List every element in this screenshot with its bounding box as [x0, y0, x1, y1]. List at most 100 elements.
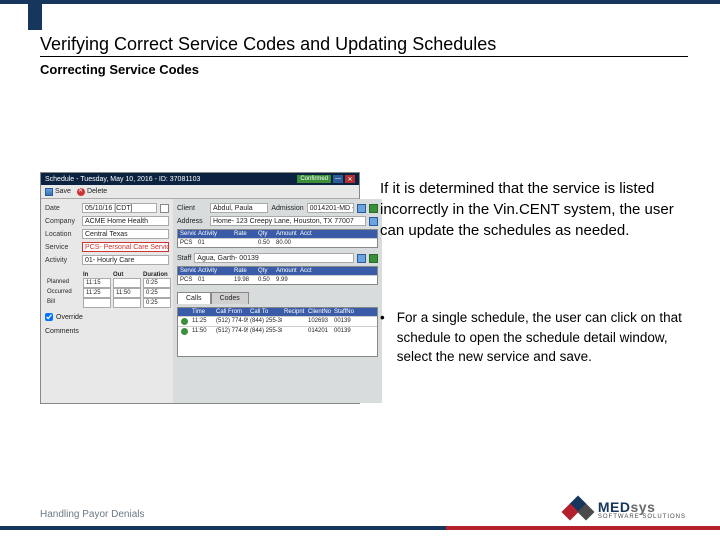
- call-cell: 11:50: [190, 327, 214, 336]
- company-field[interactable]: ACME Home Health: [82, 216, 169, 226]
- slide-subtitle: Correcting Service Codes: [40, 62, 199, 77]
- tab-calls[interactable]: Calls: [177, 292, 211, 304]
- call-status-icon: [178, 327, 190, 336]
- staff-view-icon[interactable]: [357, 254, 366, 263]
- slide-top-bar: [0, 0, 720, 4]
- svc-th-amount: Amount: [274, 230, 298, 238]
- staff-row[interactable]: PCS0119.980.509.99: [178, 275, 377, 284]
- override-checkbox[interactable]: [45, 313, 53, 321]
- tab-codes[interactable]: Codes: [211, 292, 249, 304]
- planned-dur: 0:25: [143, 278, 171, 288]
- logo-text: MEDsys: [598, 500, 686, 514]
- call-cell: 00139: [332, 317, 356, 326]
- save-label: Save: [55, 188, 71, 195]
- bullet-marker: •: [380, 308, 385, 367]
- call-cell: (512) 774-9555: [214, 317, 248, 326]
- staff-table: ServiceActivityRateQtyAmountAcct PCS0119…: [177, 266, 378, 285]
- call-cell: 102693: [306, 317, 332, 326]
- row-bill-label: Bill: [45, 298, 81, 308]
- bullet-list: • For a single schedule, the user can cl…: [380, 308, 684, 367]
- title-underline: [40, 56, 688, 57]
- logo-mark-icon: [564, 498, 592, 522]
- planned-in[interactable]: 11:15: [83, 278, 111, 288]
- override-label: Override: [56, 314, 83, 321]
- calls-th-time: Time: [190, 308, 214, 316]
- location-field[interactable]: Central Texas: [82, 229, 169, 239]
- bill-out: [113, 298, 141, 308]
- address-field[interactable]: Home- 123 Creepy Lane, Houston, TX 77007: [210, 216, 366, 226]
- calls-th-ico: [178, 308, 190, 316]
- admission-field[interactable]: 0014201-MD - Ac: [307, 203, 355, 213]
- company-label: Company: [45, 218, 79, 225]
- map-icon[interactable]: [369, 217, 378, 226]
- st-cell: 0.50: [256, 276, 274, 284]
- footer-text: Handling Payor Denials: [40, 509, 145, 520]
- staff-add-icon[interactable]: [369, 254, 378, 263]
- svc-cell: [232, 239, 256, 247]
- st-th-rate: Rate: [232, 267, 256, 275]
- slide-top-accent: [28, 0, 42, 30]
- occurred-in[interactable]: 11:25: [83, 288, 111, 298]
- occurred-out[interactable]: 11:50: [113, 288, 141, 298]
- footer-bar: [0, 526, 720, 530]
- st-th-activity: Activity: [196, 267, 232, 275]
- svc-cell: 80.00: [274, 239, 298, 247]
- save-button[interactable]: Save: [45, 188, 71, 196]
- time-grid: InOutDuration Planned11:150:25 Occurred1…: [45, 272, 169, 308]
- svc-cell: 01: [196, 239, 232, 247]
- svc-th-activity: Activity: [196, 230, 232, 238]
- st-th-acct: Acct: [298, 267, 322, 275]
- comments-field[interactable]: [45, 335, 169, 375]
- svc-th-qty: Qty: [256, 230, 274, 238]
- logo-tagline: SOFTWARE SOLUTIONS: [598, 514, 686, 520]
- client-view-icon[interactable]: [357, 204, 366, 213]
- call-cell: 11:25: [190, 317, 214, 326]
- date-field[interactable]: 05/10/16 [CDT]: [82, 203, 157, 213]
- svc-cell: [298, 239, 322, 247]
- svc-cell: 0.50: [256, 239, 274, 247]
- activity-field[interactable]: 01- Hourly Care: [82, 255, 169, 265]
- calls-th-to: Call To: [248, 308, 282, 316]
- minimize-icon[interactable]: —: [333, 175, 343, 183]
- detail-tabs: Calls Codes: [177, 292, 378, 304]
- delete-icon: [77, 188, 85, 196]
- brand-logo: MEDsys SOFTWARE SOLUTIONS: [564, 498, 686, 522]
- call-cell: 014201: [306, 327, 332, 336]
- delete-button[interactable]: Delete: [77, 188, 107, 196]
- staff-label: Staff: [177, 255, 191, 262]
- planned-out[interactable]: [113, 278, 141, 288]
- close-icon[interactable]: ✕: [345, 175, 355, 183]
- calls-table: TimeCall FromCall ToRecipntClientNoStaff…: [177, 307, 378, 357]
- bill-dur: 0:25: [143, 298, 171, 308]
- window-titlebar: Schedule - Tuesday, May 10, 2016 - ID: 3…: [41, 173, 359, 185]
- st-cell: 01: [196, 276, 232, 284]
- call-cell: [282, 327, 306, 336]
- call-row[interactable]: 11:50(512) 774-9555(844) 255-38490142010…: [178, 326, 377, 336]
- save-icon: [45, 188, 53, 196]
- calendar-icon[interactable]: [160, 204, 169, 213]
- staff-field[interactable]: Agua, Garth- 00139: [194, 253, 354, 263]
- svc-cell: PCS: [178, 239, 196, 247]
- call-row[interactable]: 11:25(512) 774-9555(844) 255-38491026930…: [178, 316, 377, 326]
- activity-label: Activity: [45, 257, 79, 264]
- st-cell: 19.98: [232, 276, 256, 284]
- st-cell: [298, 276, 322, 284]
- calls-th-client: ClientNo: [306, 308, 332, 316]
- svc-th-service: Service: [178, 230, 196, 238]
- call-cell: 00139: [332, 327, 356, 336]
- date-label: Date: [45, 205, 79, 212]
- client-field[interactable]: Abdul, Paula: [210, 203, 268, 213]
- delete-label: Delete: [87, 188, 107, 195]
- service-row[interactable]: PCS01 0.5080.00: [178, 238, 377, 247]
- service-field[interactable]: PCS- Personal Care Service: [82, 242, 169, 252]
- left-panel: Date05/10/16 [CDT] CompanyACME Home Heal…: [41, 199, 173, 403]
- row-planned-label: Planned: [45, 278, 81, 288]
- client-add-icon[interactable]: [369, 204, 378, 213]
- right-panel: ClientAbdul, PaulaAdmission0014201-MD - …: [173, 199, 382, 403]
- window-title: Schedule - Tuesday, May 10, 2016 - ID: 3…: [45, 176, 200, 183]
- service-label: Service: [45, 244, 79, 251]
- calls-th-recip: Recipnt: [282, 308, 306, 316]
- st-th-qty: Qty: [256, 267, 274, 275]
- address-label: Address: [177, 218, 207, 225]
- bill-in: [83, 298, 111, 308]
